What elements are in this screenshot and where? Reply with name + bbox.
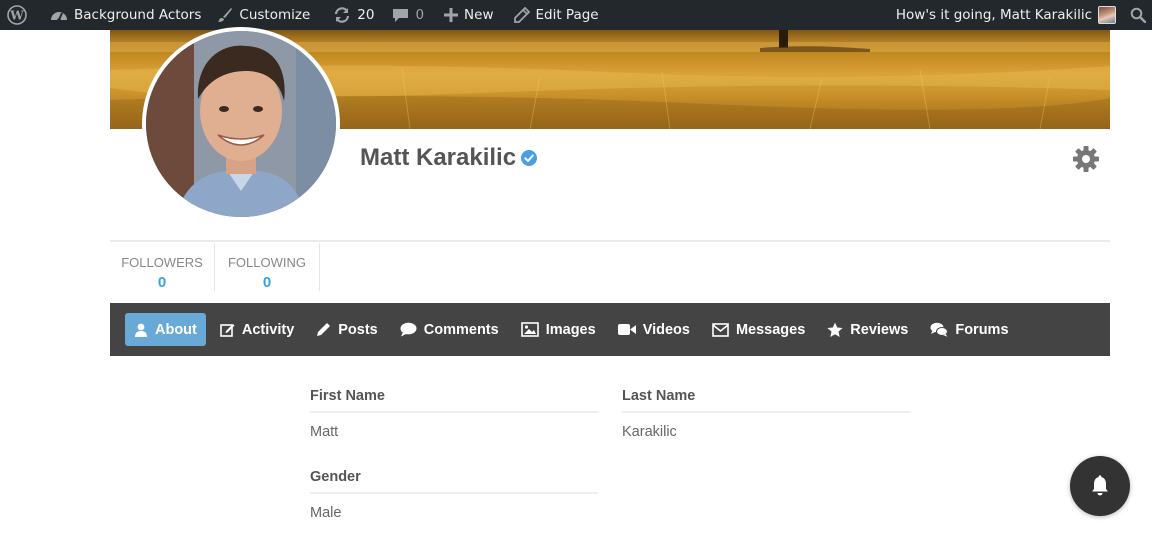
- wordpress-icon: W: [7, 5, 27, 25]
- customize-link[interactable]: Customize: [209, 0, 318, 30]
- tab-comments[interactable]: Comments: [392, 313, 507, 346]
- comment-icon: [400, 322, 417, 337]
- profile-name-text: Matt Karakilic: [360, 144, 517, 171]
- comments-count: 0: [415, 7, 425, 23]
- tab-comments-label: Comments: [423, 321, 499, 338]
- tab-forums[interactable]: Forums: [922, 313, 1016, 346]
- followers-stat[interactable]: FOLLOWERS 0: [110, 243, 215, 291]
- last-name-value: Karakilic: [622, 424, 677, 440]
- update-icon: [335, 7, 350, 23]
- tab-messages[interactable]: Messages: [704, 313, 813, 346]
- comment-bubble-icon: [393, 9, 409, 22]
- first-name-label: First Name: [310, 388, 598, 413]
- wordpress-logo-button[interactable]: W: [0, 0, 35, 30]
- new-label: New: [464, 7, 494, 23]
- tab-posts-label: Posts: [338, 321, 378, 338]
- brush-icon: [218, 8, 233, 22]
- edit-icon: [220, 324, 235, 337]
- edit-page-link[interactable]: Edit Page: [506, 0, 607, 30]
- profile-divider: [110, 240, 1110, 242]
- tab-activity-label: Activity: [241, 321, 295, 338]
- following-count: 0: [262, 274, 272, 291]
- profile-avatar[interactable]: [142, 27, 340, 221]
- comments-icon: [930, 322, 949, 337]
- following-label: FOLLOWING: [227, 255, 306, 270]
- new-content-link[interactable]: New: [436, 0, 501, 30]
- plus-icon: [444, 8, 459, 22]
- verified-badge-icon: [521, 150, 538, 166]
- customize-label: Customize: [239, 7, 311, 23]
- settings-gear-icon[interactable]: [1072, 145, 1100, 173]
- tab-posts[interactable]: Posts: [308, 313, 386, 346]
- updates-count: 20: [357, 7, 375, 23]
- followers-label: FOLLOWERS: [121, 255, 203, 270]
- following-stat[interactable]: FOLLOWING 0: [215, 243, 320, 291]
- admin-search-button[interactable]: [1122, 0, 1152, 30]
- envelope-icon: [712, 322, 729, 337]
- first-name-field: First Name Matt: [310, 388, 598, 440]
- followers-count: 0: [157, 274, 167, 291]
- tab-reviews-label: Reviews: [850, 321, 909, 338]
- tab-forums-label: Forums: [955, 321, 1009, 338]
- bell-icon: [1092, 475, 1108, 496]
- tab-images-label: Images: [545, 321, 596, 338]
- gender-value: Male: [310, 505, 342, 521]
- site-name-label: Background Actors: [74, 7, 202, 23]
- search-icon: [1130, 7, 1146, 23]
- tab-images[interactable]: Images: [513, 313, 604, 346]
- greeting-text: How's it going, Matt Karakilic: [895, 7, 1092, 23]
- tab-videos[interactable]: Videos: [610, 313, 698, 346]
- my-account-link[interactable]: How's it going, Matt Karakilic: [888, 0, 1122, 30]
- admin-bar: W Background Actors Customize 20 0 New E…: [0, 0, 1152, 30]
- last-name-label: Last Name: [622, 388, 910, 413]
- tab-activity[interactable]: Activity: [212, 313, 302, 346]
- image-icon: [520, 322, 539, 337]
- profile-nav: About Activity Posts Comments Images Vid…: [110, 303, 1110, 356]
- tab-videos-label: Videos: [642, 321, 690, 338]
- gender-field: Gender Male: [310, 469, 598, 521]
- tab-about[interactable]: About: [125, 313, 206, 346]
- comments-link[interactable]: 0: [384, 0, 432, 30]
- edit-page-label: Edit Page: [535, 7, 599, 23]
- last-name-field: Last Name Karakilic: [622, 388, 910, 440]
- tab-about-label: About: [155, 321, 197, 338]
- profile-name: Matt Karakilic: [360, 144, 538, 172]
- profile-stats: FOLLOWERS 0 FOLLOWING 0: [110, 243, 320, 291]
- pencil-icon: [513, 7, 530, 23]
- account-avatar: [1098, 6, 1116, 24]
- first-name-value: Matt: [310, 424, 339, 440]
- video-icon: [617, 324, 636, 335]
- tab-reviews[interactable]: Reviews: [819, 313, 916, 346]
- user-icon: [135, 323, 147, 337]
- star-icon: [827, 322, 843, 337]
- gender-label: Gender: [310, 469, 598, 494]
- tab-messages-label: Messages: [735, 321, 806, 338]
- updates-link[interactable]: 20: [325, 0, 382, 30]
- site-name-link[interactable]: Background Actors: [42, 0, 209, 30]
- notifications-button[interactable]: [1070, 456, 1130, 516]
- svg-text:W: W: [9, 9, 24, 23]
- pencil-icon: [317, 323, 331, 336]
- dashboard-icon: [51, 12, 67, 22]
